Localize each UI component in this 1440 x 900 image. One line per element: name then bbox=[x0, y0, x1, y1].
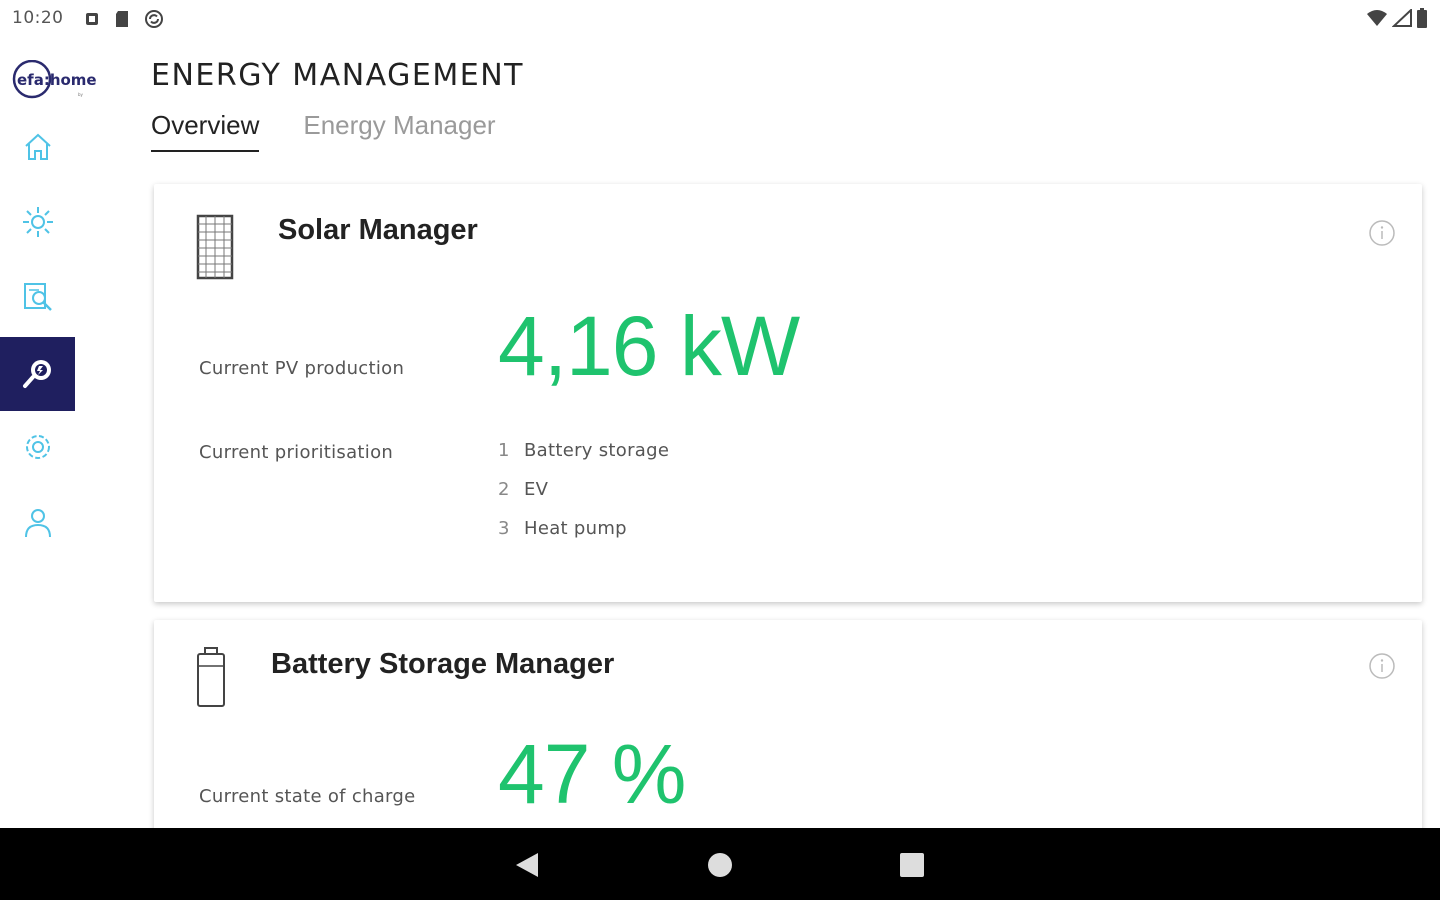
status-notification-icons bbox=[84, 9, 164, 29]
user-icon bbox=[24, 509, 51, 538]
status-bar: 10:20 bbox=[0, 0, 1440, 38]
priority-number: 2 bbox=[498, 479, 510, 500]
sidebar-item-home[interactable] bbox=[0, 110, 75, 184]
battery-icon bbox=[197, 647, 225, 707]
state-of-charge-value: 47 % bbox=[498, 727, 686, 821]
solar-card-title: Solar Manager bbox=[278, 214, 478, 246]
battery-card-title: Battery Storage Manager bbox=[271, 648, 615, 680]
gear-icon bbox=[25, 435, 50, 459]
info-icon[interactable] bbox=[1368, 219, 1396, 247]
state-of-charge-label: Current state of charge bbox=[199, 786, 416, 807]
page-title: ENERGY MANAGEMENT bbox=[151, 58, 524, 93]
wifi-icon bbox=[1367, 10, 1387, 26]
sidebar-item-user[interactable] bbox=[0, 485, 75, 559]
pv-production-label: Current PV production bbox=[199, 358, 405, 379]
sync-icon bbox=[145, 10, 163, 28]
recents-icon[interactable] bbox=[897, 850, 927, 880]
svg-text:by: by bbox=[78, 92, 84, 97]
tab-energy-manager[interactable]: Energy Manager bbox=[303, 108, 495, 152]
sidebar-item-energy-management[interactable] bbox=[0, 337, 75, 411]
list-item: 3 Heat pump bbox=[498, 518, 669, 557]
priority-number: 3 bbox=[498, 518, 510, 539]
priority-number: 1 bbox=[498, 440, 510, 461]
info-icon[interactable] bbox=[1368, 652, 1396, 680]
priority-label: Heat pump bbox=[524, 518, 627, 539]
home-nav-icon[interactable] bbox=[705, 850, 735, 880]
sun-icon bbox=[22, 207, 53, 237]
list-item: 2 EV bbox=[498, 479, 669, 518]
sidebar-item-sun[interactable] bbox=[0, 185, 75, 259]
status-time: 10:20 bbox=[12, 8, 64, 28]
sidebar-item-reports[interactable] bbox=[0, 260, 75, 334]
energy-search-icon bbox=[22, 360, 51, 388]
priority-label: Battery storage bbox=[524, 440, 670, 461]
solar-panel-icon bbox=[196, 214, 234, 280]
logo-text: efa:home bbox=[17, 71, 97, 89]
pv-production-value: 4,16 kW bbox=[498, 299, 800, 393]
list-item: 1 Battery storage bbox=[498, 440, 669, 479]
prioritisation-list: 1 Battery storage 2 EV 3 Heat pump bbox=[498, 440, 669, 557]
priority-label: EV bbox=[524, 479, 549, 500]
sd-card-icon bbox=[116, 11, 128, 27]
tab-overview[interactable]: Overview bbox=[151, 108, 260, 152]
search-report-icon bbox=[23, 283, 52, 311]
status-system-icons bbox=[1366, 8, 1428, 28]
battery-status-icon bbox=[1417, 8, 1427, 28]
efa-home-logo: efa:home by bbox=[12, 60, 97, 99]
tab-bar: Overview Energy Manager bbox=[151, 108, 496, 154]
prioritisation-label: Current prioritisation bbox=[199, 442, 394, 463]
system-navigation-bar bbox=[0, 828, 1440, 900]
notification-icon bbox=[86, 13, 98, 25]
sidebar-item-settings[interactable] bbox=[0, 410, 75, 484]
sidebar: efa:home by bbox=[0, 38, 97, 828]
back-icon[interactable] bbox=[512, 850, 542, 880]
solar-manager-card[interactable]: Solar Manager Current PV production 4,16… bbox=[154, 184, 1422, 602]
home-icon bbox=[24, 133, 51, 160]
signal-icon bbox=[1392, 9, 1412, 27]
